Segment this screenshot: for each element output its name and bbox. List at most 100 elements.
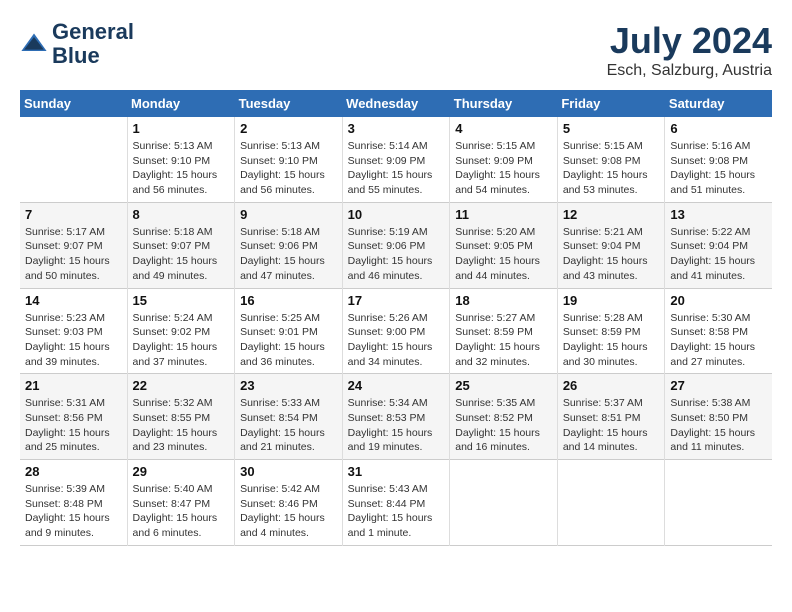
day-cell: 24 Sunrise: 5:34 AM Sunset: 8:53 PM Dayli… [342,374,450,460]
day-number: 21 [25,378,122,393]
day-number: 2 [240,121,337,136]
day-number: 27 [670,378,767,393]
day-cell: 27 Sunrise: 5:38 AM Sunset: 8:50 PM Dayli… [665,374,772,460]
day-number: 17 [348,293,445,308]
day-number: 20 [670,293,767,308]
day-number: 24 [348,378,445,393]
day-cell: 2 Sunrise: 5:13 AM Sunset: 9:10 PM Daylig… [235,117,343,202]
day-info: Sunrise: 5:26 AM Sunset: 9:00 PM Dayligh… [348,311,445,370]
location: Esch, Salzburg, Austria [607,62,772,80]
day-cell [557,460,665,546]
day-cell: 9Sunrise: 5:18 AM Sunset: 9:06 PM Daylig… [235,202,343,288]
day-number: 31 [348,464,445,479]
logo-icon [20,30,48,58]
column-header-saturday: Saturday [665,90,772,117]
day-info: Sunrise: 5:15 AM Sunset: 9:09 PM Dayligh… [455,139,552,198]
day-info: Sunrise: 5:18 AM Sunset: 9:06 PM Dayligh… [240,225,337,284]
day-info: Sunrise: 5:20 AM Sunset: 9:05 PM Dayligh… [455,225,552,284]
day-cell: 28 Sunrise: 5:39 AM Sunset: 8:48 PM Dayli… [20,460,127,546]
day-cell: 6Sunrise: 5:16 AM Sunset: 9:08 PM Daylig… [665,117,772,202]
logo: General Blue [20,20,134,68]
day-cell: 10 Sunrise: 5:19 AM Sunset: 9:06 PM Dayli… [342,202,450,288]
day-info: Sunrise: 5:24 AM Sunset: 9:02 PM Dayligh… [133,311,230,370]
day-info: Sunrise: 5:31 AM Sunset: 8:56 PM Dayligh… [25,396,122,455]
day-info: Sunrise: 5:17 AM Sunset: 9:07 PM Dayligh… [25,225,122,284]
day-info: Sunrise: 5:13 AM Sunset: 9:10 PM Dayligh… [240,139,337,198]
day-number: 7 [25,207,122,222]
day-info: Sunrise: 5:40 AM Sunset: 8:47 PM Dayligh… [133,482,230,541]
week-row-2: 7 Sunrise: 5:17 AM Sunset: 9:07 PM Daylig… [20,202,772,288]
day-number: 12 [563,207,660,222]
day-info: Sunrise: 5:13 AM Sunset: 9:10 PM Dayligh… [133,139,230,198]
day-number: 6 [670,121,767,136]
week-row-5: 28 Sunrise: 5:39 AM Sunset: 8:48 PM Dayli… [20,460,772,546]
day-cell: 19Sunrise: 5:28 AM Sunset: 8:59 PM Dayli… [557,288,665,374]
day-cell [665,460,772,546]
day-info: Sunrise: 5:42 AM Sunset: 8:46 PM Dayligh… [240,482,337,541]
day-info: Sunrise: 5:33 AM Sunset: 8:54 PM Dayligh… [240,396,337,455]
day-number: 11 [455,207,552,222]
column-header-wednesday: Wednesday [342,90,450,117]
day-cell: 14Sunrise: 5:23 AM Sunset: 9:03 PM Dayli… [20,288,127,374]
day-number: 8 [133,207,230,222]
day-number: 19 [563,293,660,308]
week-row-3: 14Sunrise: 5:23 AM Sunset: 9:03 PM Dayli… [20,288,772,374]
day-number: 13 [670,207,767,222]
day-cell: 8 Sunrise: 5:18 AM Sunset: 9:07 PM Daylig… [127,202,235,288]
month-title: July 2024 [607,20,772,62]
day-number: 25 [455,378,552,393]
column-header-tuesday: Tuesday [235,90,343,117]
day-info: Sunrise: 5:14 AM Sunset: 9:09 PM Dayligh… [348,139,445,198]
day-cell: 3 Sunrise: 5:14 AM Sunset: 9:09 PM Daylig… [342,117,450,202]
day-number: 28 [25,464,122,479]
column-header-friday: Friday [557,90,665,117]
logo-text: General Blue [52,20,134,68]
day-info: Sunrise: 5:38 AM Sunset: 8:50 PM Dayligh… [670,396,767,455]
day-number: 1 [133,121,230,136]
day-cell [450,460,558,546]
day-info: Sunrise: 5:19 AM Sunset: 9:06 PM Dayligh… [348,225,445,284]
day-number: 23 [240,378,337,393]
day-cell: 26 Sunrise: 5:37 AM Sunset: 8:51 PM Dayli… [557,374,665,460]
day-number: 14 [25,293,122,308]
title-area: July 2024 Esch, Salzburg, Austria [607,20,772,80]
week-row-1: 1 Sunrise: 5:13 AM Sunset: 9:10 PM Daylig… [20,117,772,202]
day-cell: 7 Sunrise: 5:17 AM Sunset: 9:07 PM Daylig… [20,202,127,288]
day-cell: 25Sunrise: 5:35 AM Sunset: 8:52 PM Dayli… [450,374,558,460]
column-header-thursday: Thursday [450,90,558,117]
day-cell: 13 Sunrise: 5:22 AM Sunset: 9:04 PM Dayli… [665,202,772,288]
day-info: Sunrise: 5:27 AM Sunset: 8:59 PM Dayligh… [455,311,552,370]
day-number: 29 [133,464,230,479]
day-number: 4 [455,121,552,136]
day-info: Sunrise: 5:18 AM Sunset: 9:07 PM Dayligh… [133,225,230,284]
day-info: Sunrise: 5:43 AM Sunset: 8:44 PM Dayligh… [348,482,445,541]
day-cell: 11 Sunrise: 5:20 AM Sunset: 9:05 PM Dayli… [450,202,558,288]
day-number: 18 [455,293,552,308]
day-cell: 15 Sunrise: 5:24 AM Sunset: 9:02 PM Dayli… [127,288,235,374]
day-cell: 17 Sunrise: 5:26 AM Sunset: 9:00 PM Dayli… [342,288,450,374]
day-cell: 16Sunrise: 5:25 AM Sunset: 9:01 PM Dayli… [235,288,343,374]
day-cell: 18 Sunrise: 5:27 AM Sunset: 8:59 PM Dayli… [450,288,558,374]
day-number: 3 [348,121,445,136]
day-info: Sunrise: 5:21 AM Sunset: 9:04 PM Dayligh… [563,225,660,284]
day-cell: 20Sunrise: 5:30 AM Sunset: 8:58 PM Dayli… [665,288,772,374]
day-info: Sunrise: 5:39 AM Sunset: 8:48 PM Dayligh… [25,482,122,541]
day-cell: 1 Sunrise: 5:13 AM Sunset: 9:10 PM Daylig… [127,117,235,202]
day-cell: 29 Sunrise: 5:40 AM Sunset: 8:47 PM Dayli… [127,460,235,546]
day-number: 22 [133,378,230,393]
day-info: Sunrise: 5:34 AM Sunset: 8:53 PM Dayligh… [348,396,445,455]
day-cell: 4 Sunrise: 5:15 AM Sunset: 9:09 PM Daylig… [450,117,558,202]
day-info: Sunrise: 5:32 AM Sunset: 8:55 PM Dayligh… [133,396,230,455]
week-row-4: 21 Sunrise: 5:31 AM Sunset: 8:56 PM Dayli… [20,374,772,460]
day-cell: 21 Sunrise: 5:31 AM Sunset: 8:56 PM Dayli… [20,374,127,460]
day-cell: 31 Sunrise: 5:43 AM Sunset: 8:44 PM Dayli… [342,460,450,546]
day-cell: 5Sunrise: 5:15 AM Sunset: 9:08 PM Daylig… [557,117,665,202]
column-header-sunday: Sunday [20,90,127,117]
day-info: Sunrise: 5:22 AM Sunset: 9:04 PM Dayligh… [670,225,767,284]
day-info: Sunrise: 5:37 AM Sunset: 8:51 PM Dayligh… [563,396,660,455]
day-number: 26 [563,378,660,393]
day-number: 15 [133,293,230,308]
day-number: 10 [348,207,445,222]
day-number: 5 [563,121,660,136]
day-cell [20,117,127,202]
